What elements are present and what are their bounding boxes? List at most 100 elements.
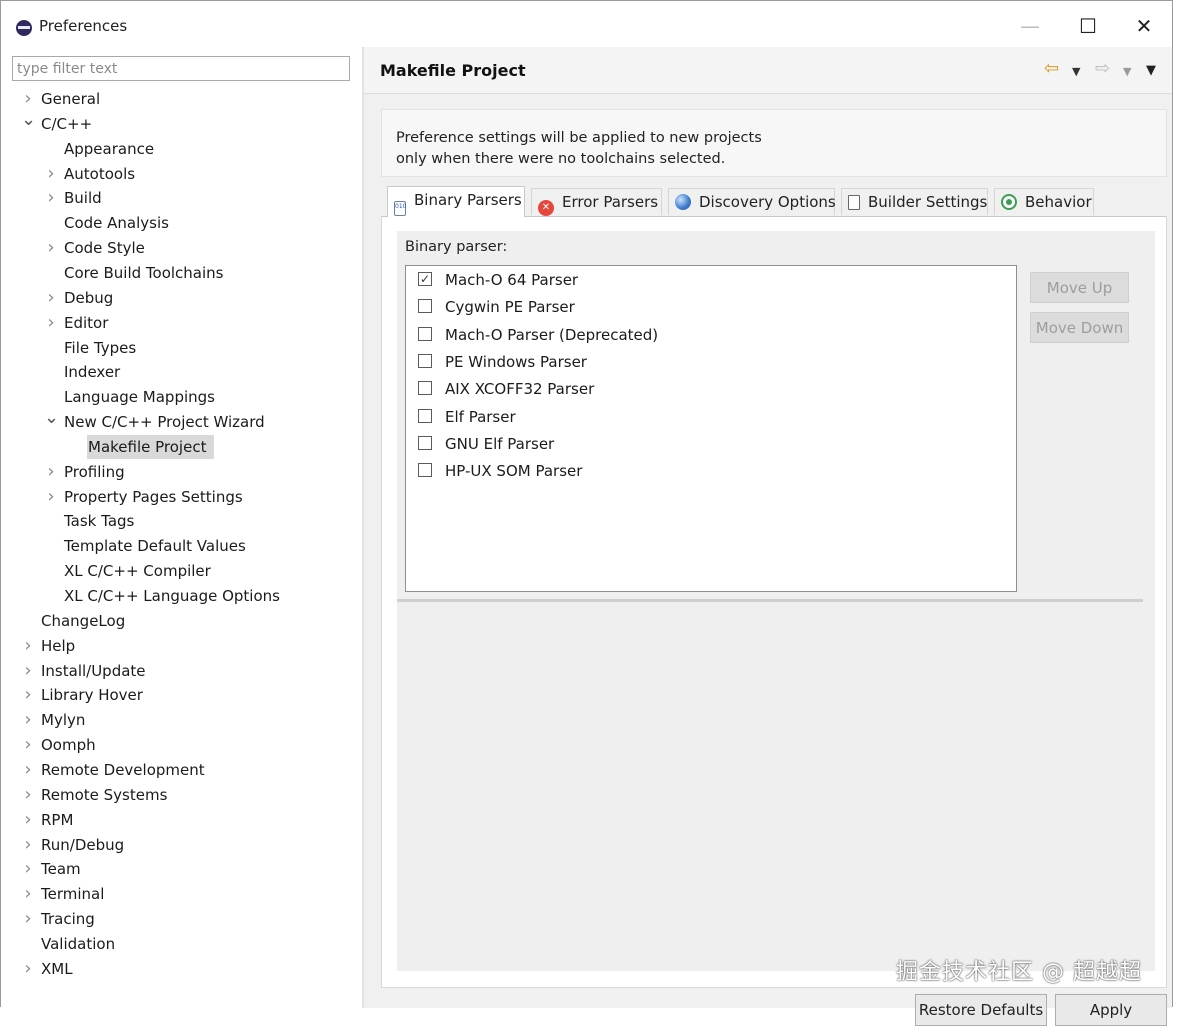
- binary-parser-group: Binary parser: ✓ Mach-O 64 Parser Cygwin P…: [397, 231, 1155, 971]
- tree-item[interactable]: › Help: [1, 634, 361, 658]
- tree-item[interactable]: › Library Hover: [1, 683, 361, 707]
- tree-item[interactable]: File Types: [1, 336, 361, 360]
- tree-item[interactable]: ChangeLog: [1, 609, 361, 633]
- tree-item[interactable]: › Debug: [1, 286, 361, 310]
- chevron-right-icon[interactable]: ›: [21, 708, 35, 732]
- apply-button[interactable]: Apply: [1055, 994, 1167, 1026]
- chevron-right-icon[interactable]: ›: [21, 882, 35, 906]
- tab-binary-parsers[interactable]: 010 Binary Parsers: [387, 186, 525, 217]
- tree-item[interactable]: › Tracing: [1, 907, 361, 931]
- tree-item[interactable]: › Code Style: [1, 236, 361, 260]
- chevron-right-icon[interactable]: ›: [21, 634, 35, 658]
- close-button[interactable]: ✕: [1129, 11, 1159, 41]
- move-up-button[interactable]: Move Up: [1030, 272, 1129, 303]
- chevron-right-icon[interactable]: ›: [44, 162, 58, 186]
- binary-file-icon: 010: [394, 201, 406, 216]
- tree-item[interactable]: › General: [1, 87, 361, 111]
- tab-error-parsers[interactable]: ✕ Error Parsers: [531, 188, 662, 216]
- checkbox[interactable]: [418, 435, 432, 450]
- checkbox[interactable]: [418, 353, 432, 368]
- filter-input[interactable]: [12, 56, 350, 81]
- chevron-right-icon[interactable]: ›: [21, 957, 35, 981]
- checkbox[interactable]: [418, 381, 432, 396]
- checkbox-checked[interactable]: ✓: [418, 272, 432, 286]
- chevron-right-icon[interactable]: ›: [21, 833, 35, 857]
- tab-discovery-options[interactable]: Discovery Options: [668, 188, 836, 215]
- tree-item[interactable]: Template Default Values: [1, 534, 361, 558]
- tree-item[interactable]: › Oomph: [1, 733, 361, 757]
- checkbox[interactable]: [418, 299, 432, 314]
- chevron-right-icon[interactable]: ›: [21, 87, 35, 111]
- maximize-button[interactable]: ☐: [1073, 11, 1103, 41]
- tree-item[interactable]: › Property Pages Settings: [1, 485, 361, 509]
- tree-item[interactable]: › Run/Debug: [1, 833, 361, 857]
- chevron-down-icon[interactable]: ⌄: [44, 409, 59, 434]
- tree-item-label: Install/Update: [41, 661, 146, 680]
- tree-item[interactable]: › Autotools: [1, 162, 361, 186]
- chevron-right-icon[interactable]: ›: [44, 286, 58, 310]
- tree-item-label: Task Tags: [64, 512, 135, 531]
- parser-label: HP-UX SOM Parser: [445, 462, 583, 481]
- page-title: Makefile Project: [380, 61, 526, 80]
- tree-item[interactable]: › Install/Update: [1, 659, 361, 683]
- tree-item[interactable]: ⌄ New C/C++ Project Wizard: [1, 409, 361, 434]
- tree-item-label: Remote Systems: [41, 785, 168, 804]
- tree-item[interactable]: Language Mappings: [1, 385, 361, 409]
- chevron-right-icon[interactable]: ›: [21, 907, 35, 931]
- tree-item[interactable]: Makefile Project: [1, 435, 361, 459]
- tree-item-label: C/C++: [41, 114, 93, 133]
- tree-item[interactable]: ⌄ C/C++: [1, 110, 361, 136]
- tree-item[interactable]: › Build: [1, 186, 361, 210]
- chevron-right-icon[interactable]: ›: [44, 186, 58, 210]
- move-down-button[interactable]: Move Down: [1030, 312, 1129, 343]
- tab-builder-settings[interactable]: Builder Settings: [841, 188, 988, 215]
- tab-label: Error Parsers: [562, 193, 659, 211]
- tree-item-label: Team: [41, 860, 81, 879]
- tree-item[interactable]: › XML: [1, 957, 361, 981]
- checkbox[interactable]: [418, 463, 432, 478]
- tree-item[interactable]: › Team: [1, 857, 361, 881]
- back-arrow-icon[interactable]: ⇦: [1044, 59, 1059, 79]
- tree-item[interactable]: Validation: [1, 932, 361, 956]
- forward-arrow-icon[interactable]: ⇨: [1095, 59, 1110, 79]
- tree-item[interactable]: Core Build Toolchains: [1, 261, 361, 285]
- tree-item[interactable]: XL C/C++ Language Options: [1, 584, 361, 608]
- tree-item[interactable]: › Mylyn: [1, 708, 361, 732]
- preferences-window: Preferences — ☐ ✕ › General ⌄ C/C++ Appearan…: [0, 0, 1173, 1026]
- checkbox[interactable]: [418, 326, 432, 341]
- restore-defaults-button[interactable]: Restore Defaults: [915, 994, 1047, 1026]
- chevron-right-icon[interactable]: ›: [21, 808, 35, 832]
- tree-item[interactable]: › Profiling: [1, 460, 361, 484]
- tree-item[interactable]: Indexer: [1, 360, 361, 384]
- forward-dropdown-icon[interactable]: ▼: [1123, 62, 1131, 82]
- tree-item[interactable]: › Terminal: [1, 882, 361, 906]
- chevron-right-icon[interactable]: ›: [44, 311, 58, 335]
- tree-item-label: Code Style: [64, 239, 145, 258]
- tree-item[interactable]: › RPM: [1, 808, 361, 832]
- chevron-right-icon[interactable]: ›: [21, 683, 35, 707]
- tree-item[interactable]: › Remote Development: [1, 758, 361, 782]
- chevron-right-icon[interactable]: ›: [21, 659, 35, 683]
- tree-item[interactable]: › Remote Systems: [1, 783, 361, 807]
- back-dropdown-icon[interactable]: ▼: [1072, 62, 1080, 82]
- chevron-right-icon[interactable]: ›: [21, 783, 35, 807]
- tree-item[interactable]: Task Tags: [1, 509, 361, 533]
- tab-behavior[interactable]: Behavior: [994, 188, 1094, 215]
- chevron-right-icon[interactable]: ›: [21, 733, 35, 757]
- tree-item[interactable]: › Editor: [1, 311, 361, 335]
- chevron-right-icon[interactable]: ›: [44, 236, 58, 260]
- globe-icon: [675, 194, 691, 210]
- minimize-button[interactable]: —: [1015, 11, 1045, 41]
- checkbox[interactable]: [418, 408, 432, 423]
- chevron-right-icon[interactable]: ›: [21, 857, 35, 881]
- tree-item[interactable]: XL C/C++ Compiler: [1, 559, 361, 583]
- chevron-right-icon[interactable]: ›: [44, 485, 58, 509]
- view-menu-icon[interactable]: ▼: [1146, 61, 1156, 81]
- tree-item[interactable]: Code Analysis: [1, 211, 361, 235]
- chevron-right-icon[interactable]: ›: [21, 758, 35, 782]
- tree-item-label: Oomph: [41, 736, 96, 755]
- tree-item-label: ChangeLog: [41, 611, 126, 630]
- tree-item[interactable]: Appearance: [1, 137, 361, 161]
- chevron-down-icon[interactable]: ⌄: [21, 110, 36, 136]
- chevron-right-icon[interactable]: ›: [44, 460, 58, 484]
